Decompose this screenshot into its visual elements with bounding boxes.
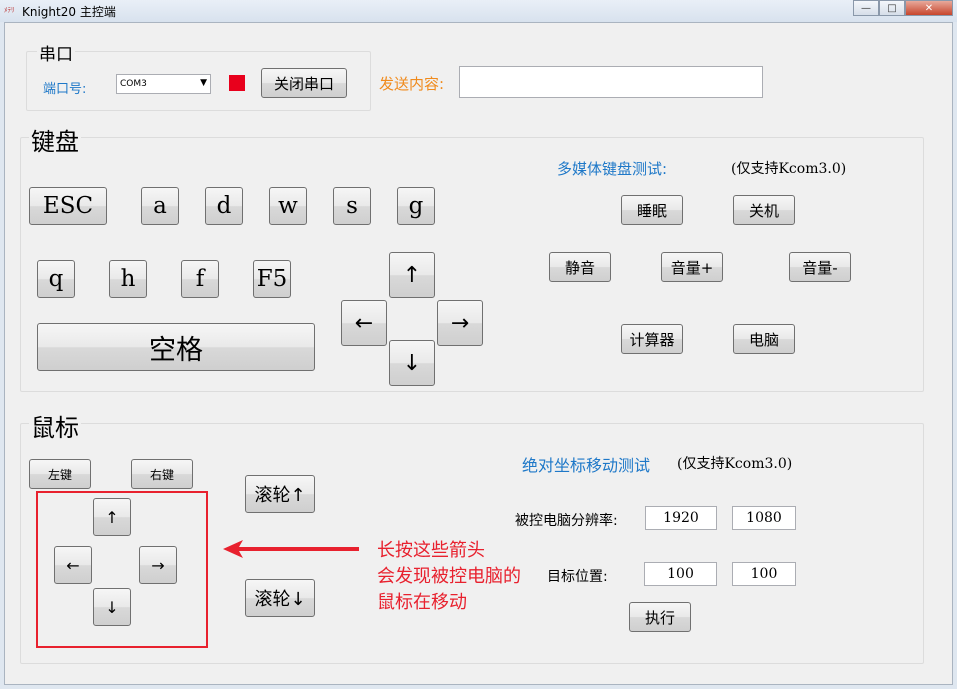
media-volume-up-button[interactable]: 音量+ [661,252,723,282]
port-status-indicator [229,75,245,91]
mouse-arrow-up[interactable]: ↑ [93,498,131,536]
key-q[interactable]: q [37,260,75,298]
key-a[interactable]: a [141,187,179,225]
chevron-down-icon: ▼ [200,78,207,88]
port-select[interactable]: COM3 ▼ [116,74,211,94]
port-label: 端口号: [43,82,87,97]
key-d[interactable]: d [205,187,243,225]
key-space[interactable]: 空格 [37,323,315,371]
key-arrow-up[interactable]: ↑ [389,252,435,298]
serial-group: 串口 端口号: COM3 ▼ 关闭串口 [26,40,371,111]
mouse-left-button[interactable]: 左键 [29,459,91,489]
key-f[interactable]: f [181,260,219,298]
minimize-button[interactable]: — [853,0,879,16]
annotation-line-3: 鼠标在移动 [377,592,467,613]
send-label: 发送内容: [379,75,445,93]
key-g[interactable]: g [397,187,435,225]
abs-move-title: 绝对坐标移动测试 [522,456,651,475]
key-s[interactable]: s [333,187,371,225]
title-bar: ﾒﾃﾘ Knight20 主控端 — □ ✕ [0,0,957,22]
main-panel: 串口 端口号: COM3 ▼ 关闭串口 发送内容: 键盘 ESC a d w s… [4,22,953,685]
media-keyboard-title: 多媒体键盘测试: [557,160,668,178]
execute-button[interactable]: 执行 [629,602,691,632]
media-computer-button[interactable]: 电脑 [733,324,795,354]
mouse-group: 鼠标 左键 右键 ↑ ← → ↓ 滚轮↑ 滚轮↓ 长按这些箭头 会发现被控电脑的… [20,408,924,664]
key-esc[interactable]: ESC [29,187,107,225]
resolution-width-input[interactable]: 1920 [645,506,717,530]
window-title: Knight20 主控端 [22,5,116,19]
close-port-button[interactable]: 关闭串口 [261,68,347,98]
mouse-arrow-right[interactable]: → [139,546,177,584]
mouse-arrow-left[interactable]: ← [54,546,92,584]
key-h[interactable]: h [109,260,147,298]
send-input[interactable] [459,66,763,98]
target-y-input[interactable]: 100 [732,562,796,586]
key-f5[interactable]: F5 [253,260,291,298]
annotation-arrow-icon [223,540,359,558]
port-select-value: COM3 [120,79,147,89]
annotation-line-2: 会发现被控电脑的 [377,566,521,587]
wheel-up-button[interactable]: 滚轮↑ [245,475,315,513]
media-mute-button[interactable]: 静音 [549,252,611,282]
resolution-label: 被控电脑分辨率: [515,513,618,529]
app-icon: ﾒﾃﾘ [4,6,15,14]
serial-group-title: 串口 [37,40,75,65]
annotation-line-1: 长按这些箭头 [377,540,485,561]
wheel-down-button[interactable]: 滚轮↓ [245,579,315,617]
mouse-arrow-down[interactable]: ↓ [93,588,131,626]
media-calculator-button[interactable]: 计算器 [621,324,683,354]
media-volume-down-button[interactable]: 音量- [789,252,851,282]
target-position-label: 目标位置: [547,569,608,585]
keyboard-group-title: 键盘 [29,122,81,157]
key-w[interactable]: w [269,187,307,225]
media-keyboard-note: (仅支持Kcom3.0) [731,161,847,177]
mouse-group-title: 鼠标 [29,408,81,443]
abs-move-note: (仅支持Kcom3.0) [677,456,793,472]
media-shutdown-button[interactable]: 关机 [733,195,795,225]
key-arrow-down[interactable]: ↓ [389,340,435,386]
mouse-right-button[interactable]: 右键 [131,459,193,489]
maximize-button[interactable]: □ [879,0,905,16]
key-arrow-left[interactable]: ← [341,300,387,346]
media-sleep-button[interactable]: 睡眠 [621,195,683,225]
resolution-height-input[interactable]: 1080 [732,506,796,530]
key-arrow-right[interactable]: → [437,300,483,346]
annotation-note: 长按这些箭头 会发现被控电脑的 鼠标在移动 [377,538,521,616]
keyboard-group: 键盘 ESC a d w s g q h f F5 空格 ↑ ← → ↓ 多媒体… [20,122,924,392]
close-window-button[interactable]: ✕ [905,0,953,16]
target-x-input[interactable]: 100 [644,562,717,586]
